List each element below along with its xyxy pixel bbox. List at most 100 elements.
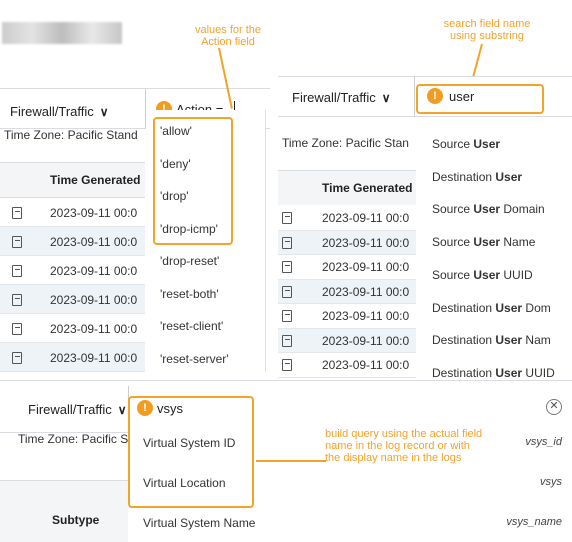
field-suggestion-item[interactable]: Source User Name [432, 235, 535, 249]
annotation-build-query: build query using the actual field name … [325, 428, 483, 464]
vsys-suggestion-field: vsys_id [525, 436, 562, 448]
dropdown-label: Firewall/Traffic [292, 90, 376, 105]
column-header-subtype: Subtype [52, 513, 100, 527]
time-generated-cell: 2023-09-11 00:0 [322, 358, 410, 373]
table-row[interactable]: 2023-09-11 00:0 [278, 255, 416, 280]
log-detail-icon[interactable] [12, 206, 22, 219]
annotation-values: values for the Action field [194, 24, 262, 48]
annotation-substring: search field name using substring [443, 18, 531, 42]
suggestion-match: User [495, 365, 523, 378]
log-table: 2023-09-11 00:0 2023-09-11 00:0 2023-09-11… [0, 198, 145, 372]
panel-action-values: Firewall/Traffic∨ ! Action = Time Zone: … [0, 0, 270, 372]
log-detail-icon[interactable] [282, 359, 292, 372]
suggestion-prefix: Source [432, 202, 474, 217]
chevron-down-icon: ∨ [99, 105, 109, 119]
log-type-dropdown[interactable]: Firewall/Traffic ∨ [28, 402, 127, 417]
clear-icon[interactable]: ✕ [546, 399, 562, 415]
field-suggestion-item[interactable]: Source User UUID [432, 268, 533, 282]
field-suggestion-item[interactable]: Destination User Nam [432, 333, 551, 347]
time-generated-cell: 2023-09-11 00:0 [50, 350, 138, 365]
action-value-option[interactable]: 'reset-server' [160, 352, 229, 366]
action-value-option[interactable]: 'drop-reset' [160, 254, 219, 268]
highlight-values [153, 117, 233, 245]
dropdown-label: Firewall/Traffic [28, 402, 112, 417]
log-detail-icon[interactable] [282, 236, 292, 249]
suggestion-match: User [473, 202, 501, 217]
timezone-label: Time Zone: Pacific Stan [282, 136, 409, 150]
timezone-label: Time Zone: Pacific Stand [4, 128, 138, 142]
dropdown-label: Firewall/Traffic [10, 104, 94, 119]
highlight-query [416, 84, 544, 114]
log-detail-icon[interactable] [282, 261, 292, 274]
table-row[interactable]: 2023-09-11 00:0 [278, 206, 416, 231]
table-header: Time Generated [0, 163, 145, 197]
field-suggestion-item[interactable]: Source User [432, 137, 500, 151]
field-suggestion-item[interactable]: Destination User UUID [432, 366, 555, 378]
log-type-dropdown[interactable]: Firewall/Traffic ∨ [10, 104, 109, 119]
table-row[interactable]: 2023-09-11 00:0 [0, 227, 145, 256]
suggestion-prefix: Source [432, 267, 474, 282]
log-type-dropdown[interactable]: Firewall/Traffic ∨ [292, 90, 391, 105]
table-row[interactable]: 2023-09-11 00:0 [0, 256, 145, 285]
log-detail-icon[interactable] [282, 285, 292, 298]
chevron-down-icon: ∨ [381, 91, 391, 105]
field-suggestion-item[interactable]: Destination User [432, 170, 522, 184]
vsys-suggestion-label[interactable]: Virtual System Name [143, 516, 255, 530]
table-row[interactable]: 2023-09-11 00:0 [278, 353, 416, 378]
table-row[interactable]: 2023-09-11 00:0 [0, 198, 145, 227]
time-generated-cell: 2023-09-11 00:0 [50, 205, 138, 220]
table-row[interactable]: 2023-09-11 00:0 [0, 314, 145, 343]
table-row[interactable]: 2023-09-11 00:0 [278, 230, 416, 255]
blurred-header [2, 22, 122, 44]
table-header: Subtype [0, 481, 128, 542]
timezone-label: Time Zone: Pacific Stan [18, 432, 145, 446]
chevron-down-icon: ∨ [117, 403, 127, 417]
log-detail-icon[interactable] [12, 293, 22, 306]
log-detail-icon[interactable] [12, 264, 22, 277]
panel-user-search: search field name using substring Firewa… [278, 0, 572, 378]
time-generated-cell: 2023-09-11 00:0 [50, 292, 138, 307]
log-detail-icon[interactable] [282, 334, 292, 347]
annotation-arrow [256, 460, 326, 462]
suggestion-prefix: Source [432, 235, 474, 250]
log-detail-icon[interactable] [12, 351, 22, 364]
column-header-time: Time Generated [50, 173, 141, 187]
time-generated-cell: 2023-09-11 00:0 [50, 263, 138, 278]
action-value-option[interactable]: 'reset-both' [160, 287, 219, 301]
suggestion-suffix: UUID [522, 365, 555, 378]
column-header-time: Time Generated [322, 181, 413, 195]
log-detail-icon[interactable] [282, 310, 292, 323]
suggestion-match: User [473, 267, 501, 282]
suggestion-match: User [473, 137, 501, 151]
log-detail-icon[interactable] [282, 212, 292, 225]
suggestion-prefix: Source [432, 137, 474, 151]
log-table: 2023-09-11 00:0 2023-09-11 00:0 2023-09-11… [278, 206, 416, 378]
log-detail-icon[interactable] [12, 322, 22, 335]
time-generated-cell: 2023-09-11 00:0 [322, 309, 410, 324]
table-header: Time Generated [278, 171, 416, 205]
time-generated-cell: 2023-09-11 00:0 [322, 260, 410, 275]
log-detail-icon[interactable] [12, 235, 22, 248]
suggestion-prefix: Destination [432, 169, 496, 184]
field-suggestion-item[interactable]: Destination User Dom [432, 301, 551, 315]
field-suggestion-item[interactable]: Source User Domain [432, 202, 545, 216]
suggestion-prefix: Destination [432, 333, 496, 348]
suggestion-suffix: Dom [522, 300, 551, 315]
suggestion-suffix: Domain [500, 202, 545, 217]
table-row[interactable]: 2023-09-11 00:0 [278, 328, 416, 353]
suggestion-suffix: Name [500, 235, 536, 250]
table-row[interactable]: 2023-09-11 00:0 [278, 279, 416, 304]
table-row[interactable]: 2023-09-11 00:0 [278, 304, 416, 329]
suggestion-suffix: UUID [500, 267, 533, 282]
action-value-option[interactable]: 'reset-client' [160, 319, 223, 333]
suggestion-suffix: Nam [522, 333, 551, 348]
time-generated-cell: 2023-09-11 00:0 [50, 234, 138, 249]
panel-vsys-search: Firewall/Traffic ∨ ! vsys ✕ Time Zone: Pa… [0, 380, 572, 542]
suggestion-match: User [473, 235, 501, 250]
table-row[interactable]: 2023-09-11 00:0 [0, 285, 145, 314]
time-generated-cell: 2023-09-11 00:0 [322, 211, 410, 226]
time-generated-cell: 2023-09-11 00:0 [322, 284, 410, 299]
table-row[interactable]: 2023-09-11 00:0 [0, 343, 145, 372]
vsys-suggestion-field: vsys_name [506, 516, 562, 528]
vsys-suggestion-field: vsys [540, 476, 562, 488]
